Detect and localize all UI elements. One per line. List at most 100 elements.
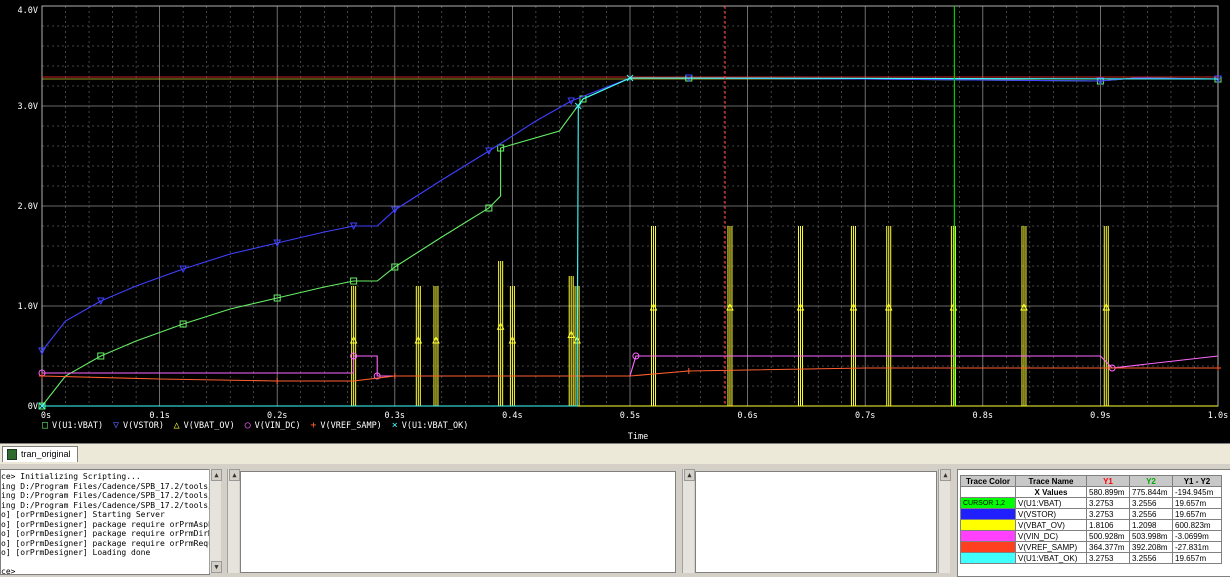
tab-tran-original[interactable]: tran_original [2,446,78,462]
find-pane-scrollbar[interactable]: ▲ [938,469,951,573]
console-line: ing D:/Program Files/Cadence/SPB_17.2/to… [1,491,210,500]
y2-value: 392.208m [1129,541,1173,553]
console-line: o] [orPrmDesigner] Starting Server [1,510,165,519]
data-point-marker [1215,365,1221,371]
find-results-pane[interactable] [695,471,937,573]
y-tick-label: 1.0V [18,302,38,312]
console-line: ce> Initializing Scripting... [1,472,141,481]
legend-symbol: □ [42,420,48,431]
cursor-table[interactable]: Trace Color Trace Name Y1 Y2 Y1 - Y2 X V… [960,475,1222,564]
trace-name: V(U1:VBAT_OK) [1015,552,1087,564]
y2-value: 3.2556 [1129,497,1173,509]
header-y1-minus-y2: Y1 - Y2 [1172,475,1222,487]
legend-symbol: + [310,420,316,431]
cursor-table-header: Trace Color Trace Name Y1 Y2 Y1 - Y2 [960,475,1222,487]
y1-value: 3.2753 [1086,508,1130,520]
console-line: o] [orPrmDesigner] package require orPrm… [1,519,210,529]
scroll-down-button[interactable]: ▼ [211,561,222,573]
output-pane-scrollbar[interactable]: ▲ [682,469,695,573]
cursor-table-row[interactable]: V(VIN_DC) 500.928m 503.998m -3.0699m [960,530,1222,542]
cursor-table-row[interactable]: V(VBAT_OV) 1.8106 1.2098 600.823m [960,519,1222,531]
legend-symbol: ▽ [113,420,119,431]
scroll-up-button[interactable]: ▲ [684,469,695,481]
y2-value: 1.2098 [1129,519,1173,531]
console-line: o] [orPrmDesigner] Loading done [1,548,151,557]
waveform-plot[interactable]: 4.0V 3.0V 2.0V 1.0V 0V 0s 0.1s 0.2s 0.3s 0.4s 0.5s… [0,0,1230,443]
y1-value: 500.928m [1086,530,1130,542]
x-values-row: X Values 580.899m 775.844m -194.945m [960,486,1222,498]
x-tick-label: 0.2s [267,411,287,421]
diff-value: -27.831m [1172,541,1222,553]
trace-name: V(U1:VBAT) [1015,497,1087,509]
trace-color-swatch [960,552,1016,564]
y-tick-label: 3.0V [18,102,38,112]
console-line: ce> [1,567,16,575]
scroll-up-button[interactable]: ▲ [940,469,951,481]
cursor-table-row[interactable]: V(VREF_SAMP) 364.377m 392.208m -27.831m [960,541,1222,553]
x-values-label: X Values [1015,486,1087,498]
legend-item[interactable]: V(VIN_DC) [255,421,301,431]
console-output: ce> Initializing Scripting... ing D:/Prog… [1,470,210,575]
y1-value: 364.377m [1086,541,1130,553]
trace-name: V(VSTOR) [1015,508,1087,520]
diff-value: 19.657m [1172,497,1222,509]
middle-pane-left-scrollbar[interactable]: ▲ [227,469,240,573]
data-point-marker [391,373,398,379]
x-tick-label: 1.0s [1208,411,1228,421]
console-line: ing D:/Program Files/Cadence/SPB_17.2/to… [1,481,210,491]
header-y1: Y1 [1086,475,1130,487]
x-axis-label: Time [628,432,648,442]
waveform-file-icon [7,449,17,460]
y1-value: 3.2753 [1086,552,1130,564]
diff-value: 19.657m [1172,508,1222,520]
scroll-up-button[interactable]: ▲ [211,469,222,481]
y1-value: 3.2753 [1086,497,1130,509]
trace-color-swatch: CURSOR 1,2 [960,497,1016,509]
legend-item[interactable]: V(VSTOR) [123,421,164,431]
console-scrollbar[interactable]: ▲ ▼ [209,469,222,573]
data-point-marker [274,378,281,384]
console-pane[interactable]: ce> Initializing Scripting... ing D:/Prog… [0,469,210,575]
header-y2: Y2 [1129,475,1173,487]
y-tick-label: 4.0V [18,6,38,16]
legend-item[interactable]: V(U1:VBAT_OK) [402,421,469,431]
y-tick-label: 2.0V [18,202,38,212]
trace-color-swatch [960,508,1016,520]
cursor-table-row[interactable]: CURSOR 1,2 V(U1:VBAT) 3.2753 3.2556 19.657m [960,497,1222,509]
console-line: o] [orPrmDesigner] package require orPrm… [1,538,210,548]
y2-value: 3.2556 [1129,552,1173,564]
trace-color-swatch [960,519,1016,531]
x-value-y1: 580.899m [1086,486,1130,498]
trace-name: V(VIN_DC) [1015,530,1087,542]
legend-item[interactable]: V(U1:VBAT) [52,421,103,431]
x-tick-label: 0.8s [973,411,993,421]
diff-value: 600.823m [1172,519,1222,531]
trace-color-swatch [960,530,1016,542]
legend-item[interactable]: V(VREF_SAMP) [320,421,381,431]
x-tick-label: 0.4s [502,411,522,421]
x-tick-label: 0.1s [149,411,169,421]
x-tick-label: 0.7s [855,411,875,421]
legend-symbol: △ [174,420,180,431]
trace-name: V(VBAT_OV) [1015,519,1087,531]
trace-color-swatch [960,541,1016,553]
x-tick-label: 0.9s [1090,411,1110,421]
header-trace-color: Trace Color [960,475,1016,487]
legend-symbol: × [392,420,398,431]
legend-item[interactable]: V(VBAT_OV) [184,421,235,431]
x-values-blank [960,486,1016,498]
data-point-marker [39,373,45,379]
console-line: ing D:/Program Files/Cadence/SPB_17.2/to… [1,500,210,510]
output-pane[interactable] [240,471,676,573]
y1-value: 1.8106 [1086,519,1130,531]
x-tick-label: 0.6s [737,411,757,421]
plot-canvas[interactable]: 4.0V3.0V2.0V1.0V0V0s 0.1s 0.2s 0.3s 0.4s 0.5s… [0,0,1230,443]
diff-value: 19.657m [1172,552,1222,564]
cursor-table-row[interactable]: V(U1:VBAT_OK) 3.2753 3.2556 19.657m [960,552,1222,564]
scroll-up-button[interactable]: ▲ [229,469,240,481]
cursor-table-row[interactable]: V(VSTOR) 3.2753 3.2556 19.657m [960,508,1222,520]
y2-value: 503.998m [1129,530,1173,542]
bottom-panels: ce> Initializing Scripting... ing D:/Prog… [0,464,1230,577]
x-tick-label: 0.5s [620,411,640,421]
